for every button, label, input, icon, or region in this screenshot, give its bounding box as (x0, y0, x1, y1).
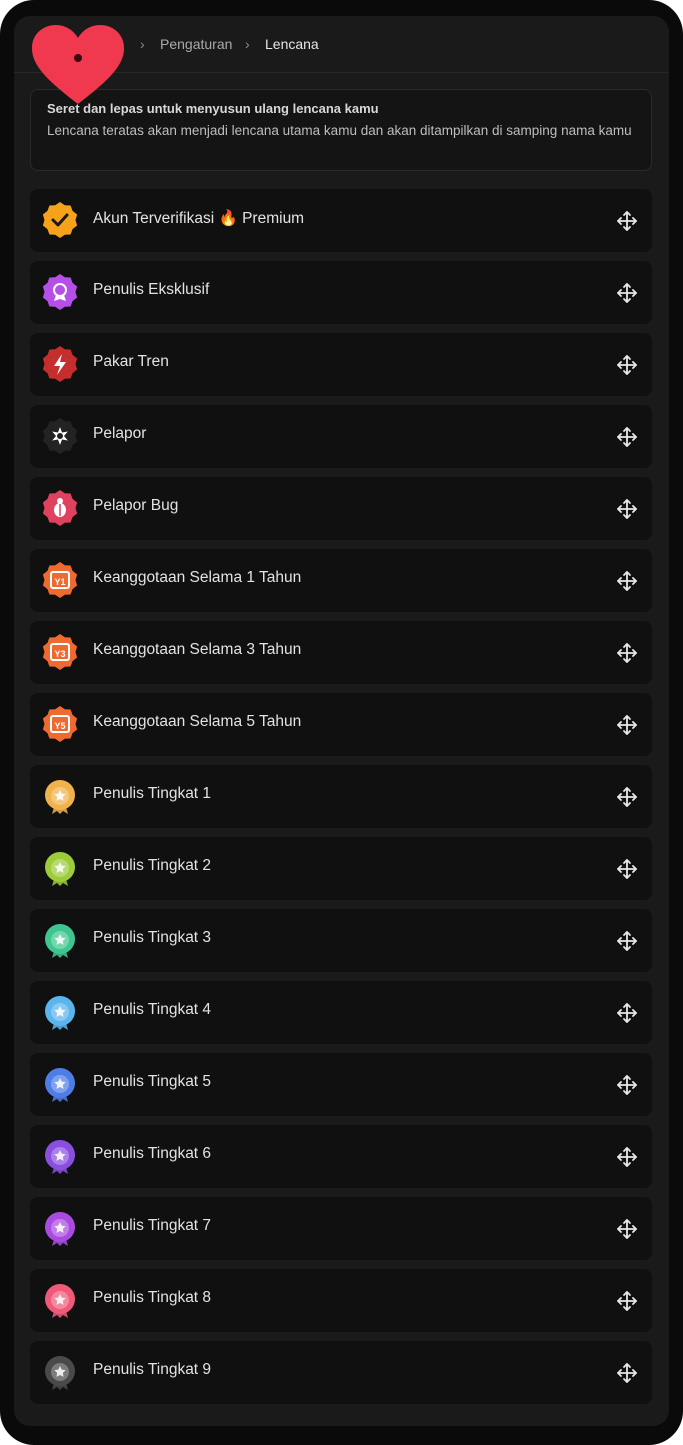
badge-row[interactable]: Y5 Keanggotaan Selama 5 Tahun (30, 693, 652, 756)
drag-move-icon[interactable] (616, 858, 638, 880)
badge-row[interactable]: Penulis Tingkat 1 (30, 765, 652, 828)
membership-3-year-badge-icon: Y3 (42, 634, 78, 670)
badge-label: Pakar Tren (93, 353, 169, 370)
badge-label: Pelapor Bug (93, 497, 179, 514)
bug-reporter-badge-icon (42, 490, 78, 526)
badge-label: Akun Terverifikasi 🔥 Premium (93, 210, 305, 227)
badge-row[interactable]: Penulis Tingkat 9 (30, 1341, 652, 1404)
membership-1-year-badge-icon: Y1 (42, 562, 78, 598)
chevron-right-icon: › (140, 36, 145, 52)
drag-move-icon[interactable] (616, 354, 638, 376)
drag-move-icon[interactable] (616, 498, 638, 520)
writer-level-4-badge-icon (45, 996, 75, 1030)
exclusive-writer-badge-icon (42, 274, 78, 310)
svg-text:Y5: Y5 (54, 721, 65, 731)
writer-level-7-badge-icon (45, 1212, 75, 1246)
drag-move-icon[interactable] (616, 570, 638, 592)
writer-level-3-badge-icon (45, 924, 75, 958)
drag-move-icon[interactable] (616, 1002, 638, 1024)
writer-level-6-badge-icon (45, 1140, 75, 1174)
drag-move-icon[interactable] (616, 1074, 638, 1096)
badge-row[interactable]: Penulis Tingkat 7 (30, 1197, 652, 1260)
badge-label: Penulis Tingkat 9 (93, 1361, 212, 1378)
membership-5-year-badge-icon: Y5 (42, 706, 78, 742)
drag-move-icon[interactable] (616, 1218, 638, 1240)
settings-panel: › Pengaturan › Lencana Seret dan lepas u… (14, 16, 669, 1426)
info-title: Seret dan lepas untuk menyusun ulang len… (47, 101, 379, 116)
badge-label: Penulis Tingkat 8 (93, 1289, 212, 1306)
drag-move-icon[interactable] (616, 282, 638, 304)
badge-label: Penulis Tingkat 6 (93, 1145, 212, 1162)
drag-move-icon[interactable] (616, 426, 638, 448)
writer-level-5-badge-icon (45, 1068, 75, 1102)
verified-badge-icon (42, 202, 78, 238)
badge-row[interactable]: Pelapor Bug (30, 477, 652, 540)
badge-label: Penulis Tingkat 2 (93, 857, 212, 874)
badge-row[interactable]: Pakar Tren (30, 333, 652, 396)
badge-row[interactable]: Penulis Tingkat 8 (30, 1269, 652, 1332)
badge-label: Keanggotaan Selama 1 Tahun (93, 569, 302, 586)
breadcrumb: › Pengaturan › Lencana (14, 16, 669, 104)
badge-label: Penulis Tingkat 7 (93, 1217, 212, 1234)
badge-row[interactable]: Y1 Keanggotaan Selama 1 Tahun (30, 549, 652, 612)
badge-label: Keanggotaan Selama 5 Tahun (93, 713, 302, 730)
badge-label: Penulis Tingkat 3 (93, 929, 212, 946)
chevron-right-icon: › (245, 36, 250, 52)
badge-label: Penulis Tingkat 4 (93, 1001, 212, 1018)
badge-row[interactable]: Penulis Tingkat 3 (30, 909, 652, 972)
info-description: Lencana teratas akan menjadi lencana uta… (47, 123, 632, 138)
breadcrumb-settings[interactable]: Pengaturan (160, 36, 232, 52)
heart-icon[interactable] (30, 24, 126, 108)
trend-expert-badge-icon (42, 346, 78, 382)
breadcrumb-badges: Lencana (265, 36, 319, 52)
badge-row[interactable]: Penulis Tingkat 4 (30, 981, 652, 1044)
badge-label: Penulis Tingkat 1 (93, 785, 212, 802)
badge-label: Keanggotaan Selama 3 Tahun (93, 641, 302, 658)
drag-move-icon[interactable] (616, 642, 638, 664)
badge-label: Pelapor (93, 425, 147, 442)
drag-move-icon[interactable] (616, 1362, 638, 1384)
badge-list: Akun Terverifikasi 🔥 Premium Penulis Eksk… (30, 189, 652, 1413)
badge-label: Penulis Eksklusif (93, 281, 210, 298)
badge-row[interactable]: Penulis Tingkat 5 (30, 1053, 652, 1116)
drag-move-icon[interactable] (616, 210, 638, 232)
device-frame: › Pengaturan › Lencana Seret dan lepas u… (0, 0, 683, 1445)
badge-row[interactable]: Penulis Tingkat 6 (30, 1125, 652, 1188)
drag-move-icon[interactable] (616, 1146, 638, 1168)
drag-move-icon[interactable] (616, 714, 638, 736)
badge-row[interactable]: Penulis Eksklusif (30, 261, 652, 324)
badge-row[interactable]: Penulis Tingkat 2 (30, 837, 652, 900)
svg-text:Y3: Y3 (54, 649, 65, 659)
badge-label: Penulis Tingkat 5 (93, 1073, 212, 1090)
writer-level-1-badge-icon (45, 780, 75, 814)
writer-level-2-badge-icon (45, 852, 75, 886)
writer-level-8-badge-icon (45, 1284, 75, 1318)
badge-row[interactable]: Akun Terverifikasi 🔥 Premium (30, 189, 652, 252)
reporter-badge-icon (42, 418, 78, 454)
svg-text:Y1: Y1 (54, 577, 65, 587)
badge-row[interactable]: Pelapor (30, 405, 652, 468)
drag-move-icon[interactable] (616, 1290, 638, 1312)
drag-move-icon[interactable] (616, 930, 638, 952)
badge-row[interactable]: Y3 Keanggotaan Selama 3 Tahun (30, 621, 652, 684)
drag-move-icon[interactable] (616, 786, 638, 808)
writer-level-9-badge-icon (45, 1356, 75, 1390)
